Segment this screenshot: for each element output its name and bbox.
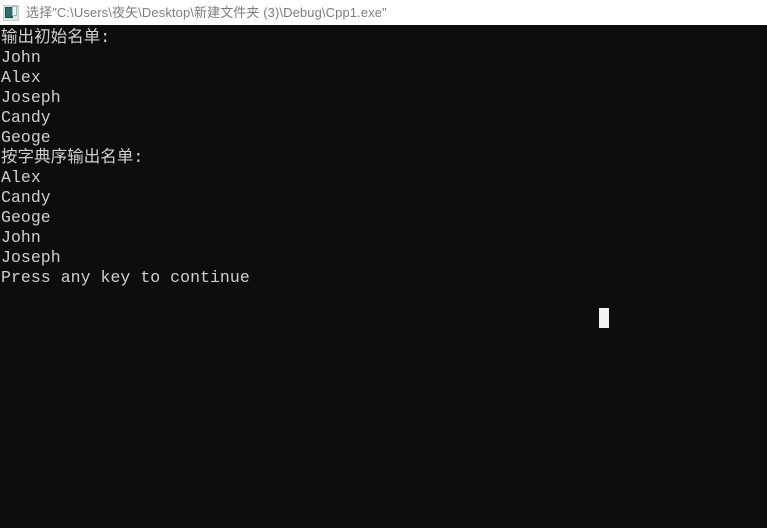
console-app-icon <box>3 4 19 21</box>
console-line: Candy <box>1 188 51 207</box>
console-app-icon-sheet <box>12 5 17 16</box>
console-output-area[interactable]: 输出初始名单: John Alex Joseph Candy Geoge 按字典序输出名单:… <box>0 25 767 528</box>
console-line: John <box>1 228 41 247</box>
console-line: Joseph <box>1 88 61 107</box>
console-window: 选择"C:\Users\夜矢\Desktop\新建文件夹 (3)\Debug\C… <box>0 0 767 528</box>
console-line: Alex <box>1 68 41 87</box>
console-line: Joseph <box>1 248 61 267</box>
console-line: Geoge <box>1 208 51 227</box>
console-line: John <box>1 48 41 67</box>
console-line: Press any key to continue <box>1 268 250 287</box>
console-line: Geoge <box>1 128 51 147</box>
title-bar[interactable]: 选择"C:\Users\夜矢\Desktop\新建文件夹 (3)\Debug\C… <box>0 0 767 25</box>
window-title: 选择"C:\Users\夜矢\Desktop\新建文件夹 (3)\Debug\C… <box>26 5 387 20</box>
console-line: Alex <box>1 168 41 187</box>
console-line: 按字典序输出名单: <box>1 148 144 167</box>
console-line: 输出初始名单: <box>1 28 111 47</box>
block-cursor <box>599 308 610 328</box>
console-line: Candy <box>1 108 51 127</box>
console-text-buffer: 输出初始名单: John Alex Joseph Candy Geoge 按字典序输出名单:… <box>0 25 767 288</box>
